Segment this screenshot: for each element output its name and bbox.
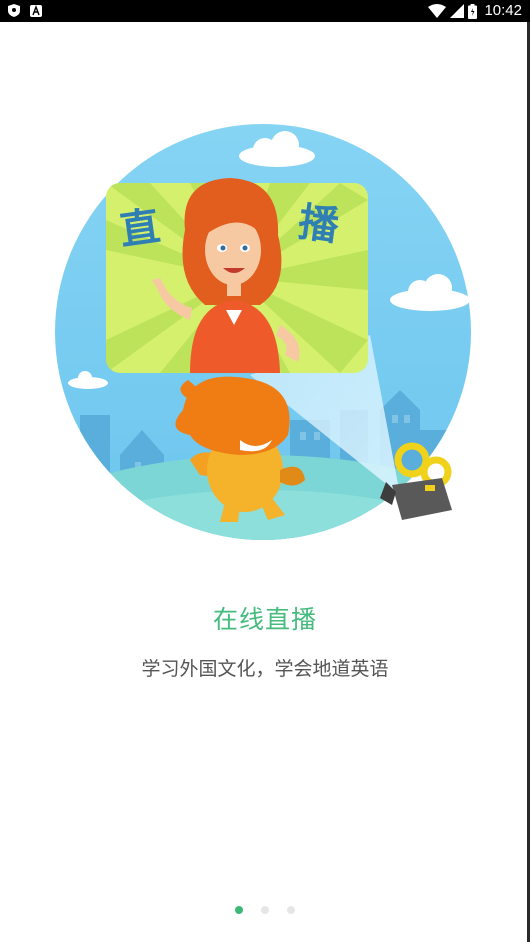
status-time: 10:42 — [484, 2, 522, 19]
app-notification-icon — [30, 4, 42, 17]
page-indicator — [0, 906, 530, 914]
page-dot-3[interactable] — [287, 906, 295, 914]
cell-signal-icon — [450, 4, 465, 18]
status-bar: 10:42 — [0, 0, 530, 22]
sign-text-right: 播 — [295, 199, 342, 250]
slide-subtitle: 学习外国文化，学会地道英语 — [141, 658, 389, 680]
wifi-icon — [428, 4, 447, 18]
live-stream-illustration: 直 播 — [55, 124, 471, 540]
battery-icon — [468, 3, 478, 19]
page-dot-1[interactable] — [235, 906, 243, 914]
sign-text-left: 直 — [117, 203, 163, 254]
live-screen: 直 播 — [106, 178, 368, 373]
shield-icon — [8, 4, 20, 17]
status-right-icons: 10:42 — [428, 2, 522, 20]
page-dot-2[interactable] — [261, 906, 269, 914]
status-left-icons — [8, 4, 42, 17]
slide-title: 在线直播 — [212, 605, 317, 634]
